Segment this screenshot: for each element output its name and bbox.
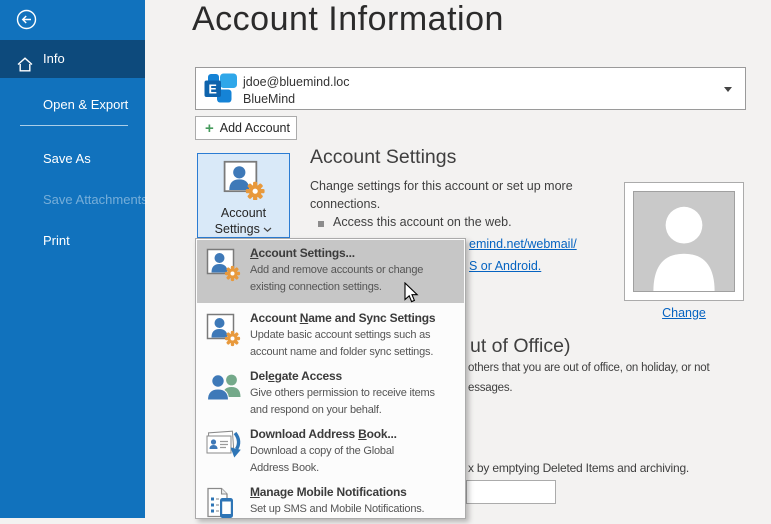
menu-item-title: Account Settings...: [250, 245, 423, 262]
menu-item-desc: Give others permission to receive items: [250, 385, 435, 402]
back-arrow-icon: [16, 17, 37, 34]
menu-item-delegate-access[interactable]: Delegate Access Give others permission t…: [197, 363, 464, 421]
backstage-sidebar: Info Open & Export Save As Save Attachme…: [0, 0, 145, 518]
sidebar-item-label: Open & Export: [43, 97, 128, 112]
menu-item-download-address-book[interactable]: Download Address Book... Download a copy…: [197, 421, 464, 479]
menu-item-title: Manage Mobile Notifications: [250, 484, 424, 501]
bullet-square-icon: [318, 221, 324, 227]
mobile-notifications-icon: [206, 484, 244, 520]
sidebar-item-info[interactable]: Info: [0, 40, 145, 78]
menu-item-desc: Set up SMS and Mobile Notifications.: [250, 501, 424, 518]
account-settings-split-button[interactable]: Account Settings: [197, 153, 290, 238]
profile-photo: [624, 182, 744, 301]
menu-item-title: Download Address Book...: [250, 426, 397, 443]
menu-item-desc: Address Book.: [250, 460, 397, 477]
sidebar-item-open-export[interactable]: Open & Export: [0, 90, 145, 120]
svg-text:E: E: [209, 83, 217, 97]
sidebar-item-label: Save As: [43, 151, 91, 166]
sidebar-item-save-as[interactable]: Save As: [0, 144, 145, 174]
sidebar-item-label: Save Attachments: [43, 192, 148, 207]
account-sync-icon: [206, 310, 244, 363]
section-desc-line2: connections.: [310, 197, 380, 211]
menu-item-desc: existing connection settings.: [250, 279, 423, 296]
delegate-access-icon: [206, 368, 244, 421]
section-desc-line1: Change settings for this account or set …: [310, 179, 573, 193]
account-email: jdoe@bluemind.loc: [243, 75, 350, 89]
change-photo-link[interactable]: Change: [624, 306, 744, 320]
bullet-text-web-access: Access this account on the web.: [333, 215, 512, 229]
sidebar-separator: [20, 125, 128, 126]
mailbox-cleanup-desc-fragment: x by emptying Deleted Items and archivin…: [468, 461, 689, 475]
menu-item-account-name-sync[interactable]: Account Name and Sync Settings Update ba…: [197, 305, 464, 363]
section-heading-account-settings: Account Settings: [310, 146, 456, 169]
account-settings-dropdown-menu: Account Settings... Add and remove accou…: [195, 238, 466, 519]
split-button-label-line2: Settings: [215, 222, 260, 236]
page-title: Account Information: [192, 0, 504, 39]
sidebar-item-print[interactable]: Print: [0, 226, 145, 256]
automatic-replies-desc-fragment-1: others that you are out of office, on ho…: [468, 362, 710, 374]
menu-item-desc: account name and folder sync settings.: [250, 344, 435, 361]
add-account-button[interactable]: + Add Account: [195, 116, 297, 140]
menu-item-account-settings[interactable]: Account Settings... Add and remove accou…: [197, 240, 464, 303]
webmail-link-fragment[interactable]: emind.net/webmail/: [469, 237, 577, 251]
chevron-down-icon: [263, 227, 272, 233]
automatic-replies-desc-fragment-2: essages.: [468, 382, 512, 394]
account-display-name: BlueMind: [243, 92, 295, 106]
person-silhouette-icon: [633, 191, 735, 292]
mobile-app-link-fragment[interactable]: S or Android.: [469, 259, 541, 273]
menu-item-desc: Download a copy of the Global: [250, 443, 397, 460]
menu-item-desc: and respond on your behalf.: [250, 402, 435, 419]
sidebar-item-label: Info: [43, 51, 65, 66]
plus-icon: +: [205, 121, 214, 136]
back-button[interactable]: [16, 9, 37, 30]
account-settings-icon: [222, 160, 266, 200]
menu-item-desc: Add and remove accounts or change: [250, 262, 423, 279]
menu-item-title: Delegate Access: [250, 368, 435, 385]
mouse-cursor-icon: [404, 282, 419, 309]
automatic-replies-heading-fragment: ut of Office): [470, 335, 570, 358]
add-account-label: Add Account: [220, 121, 290, 135]
address-book-icon: [206, 426, 244, 479]
menu-item-desc: Update basic account settings such as: [250, 327, 435, 344]
sidebar-item-label: Print: [43, 233, 70, 248]
menu-item-title: Account Name and Sync Settings: [250, 310, 435, 327]
split-button-label-line1: Account: [198, 205, 289, 221]
mailbox-storage-bar: [466, 480, 556, 504]
exchange-logo-icon: E: [204, 73, 238, 110]
account-settings-icon: [206, 245, 244, 303]
account-selector-dropdown[interactable]: E jdoe@bluemind.loc BlueMind: [195, 67, 746, 110]
caret-down-icon: [724, 87, 732, 92]
home-icon: [16, 50, 34, 88]
sidebar-item-save-attachments: Save Attachments: [0, 185, 145, 215]
menu-item-manage-mobile-notifications[interactable]: Manage Mobile Notifications Set up SMS a…: [197, 479, 464, 520]
